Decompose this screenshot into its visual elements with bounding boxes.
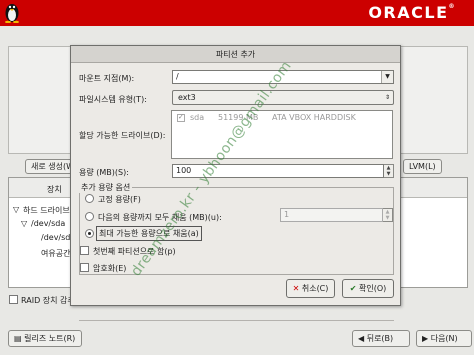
- drive-name: sda: [190, 113, 205, 122]
- tux-penguin-icon: [5, 4, 19, 23]
- release-notes-button[interactable]: ▤ 릴리즈 노트(R): [8, 330, 82, 347]
- lvm-button[interactable]: LVM(L): [403, 159, 442, 174]
- fs-type-label: 파일시스템 유형(T):: [79, 95, 147, 104]
- size-input[interactable]: 100: [172, 164, 384, 178]
- drives-list[interactable]: ✓ sda 51199 MB ATA VBOX HARDDISK: [171, 110, 393, 159]
- tree-item-sda[interactable]: /dev/sda: [31, 219, 65, 228]
- dialog-title: 파티션 추가: [71, 46, 400, 63]
- size-spin-button[interactable]: ▲ ▼: [384, 164, 394, 178]
- add-partition-dialog: 파티션 추가 마운트 지점(M): / ▼ 파일시스템 유형(T): ext3 …: [70, 45, 401, 321]
- column-header-device: 장치: [47, 185, 62, 194]
- radio-selected-dot: [88, 232, 91, 235]
- raid-hide-checkbox[interactable]: [9, 295, 18, 304]
- fill-upto-spin-button[interactable]: ▲ ▼: [383, 208, 393, 222]
- arrow-right-icon: ▶: [422, 334, 431, 343]
- fill-max-label: 최대 가능한 용량으로 채움(a): [96, 226, 202, 241]
- raid-hide-label: RAID 장치 감추: [21, 296, 75, 305]
- drive-checkbox[interactable]: ✓: [177, 113, 185, 122]
- fixed-size-label: 고정 용량(F): [98, 195, 141, 204]
- tree-item-hard-drives[interactable]: 하드 드라이브: [23, 205, 70, 216]
- check-icon: ✓: [178, 113, 184, 121]
- drive-model: ATA VBOX HARDDISK: [272, 113, 356, 122]
- top-banner: ORACLE®: [0, 0, 474, 26]
- fill-max-radio[interactable]: [85, 229, 94, 238]
- dialog-separator: [79, 320, 394, 321]
- fs-type-select[interactable]: ext3 ⇕: [172, 90, 394, 105]
- primary-partition-checkbox[interactable]: [80, 246, 89, 255]
- mount-point-value[interactable]: /: [176, 72, 179, 81]
- size-label: 용량 (MB)(S):: [79, 168, 129, 177]
- oracle-logo: ORACLE®: [368, 3, 456, 22]
- fixed-size-radio[interactable]: [85, 194, 94, 203]
- drives-label: 할당 가능한 드라이브(D):: [79, 131, 166, 140]
- cancel-button[interactable]: ✕ 취소(C): [286, 279, 335, 298]
- ok-button[interactable]: ✔ 확인(O): [342, 279, 394, 298]
- fs-type-value: ext3: [178, 93, 196, 102]
- tree-expander-icon[interactable]: ▽: [13, 205, 19, 214]
- next-button[interactable]: ▶ 다음(N): [416, 330, 472, 347]
- mount-point-combo[interactable]: / ▼: [172, 70, 394, 84]
- size-options-title: 추가 용량 옵션: [79, 182, 133, 193]
- back-button[interactable]: ◀ 뒤로(B): [352, 330, 410, 347]
- mount-point-label: 마운트 지점(M):: [79, 74, 135, 83]
- notes-icon: ▤: [14, 334, 25, 343]
- drive-row[interactable]: ✓ sda 51199 MB ATA VBOX HARDDISK: [172, 111, 392, 125]
- select-arrows-icon: ⇕: [384, 94, 390, 101]
- cancel-x-icon: ✕: [292, 284, 300, 293]
- encrypt-label: 암호화(E): [93, 264, 127, 273]
- primary-partition-label: 첫번째 파티션으로 함(p): [93, 247, 176, 256]
- chevron-down-icon[interactable]: ▼: [381, 71, 393, 83]
- arrow-left-icon: ◀: [358, 334, 367, 343]
- fill-upto-input[interactable]: 1: [280, 208, 383, 222]
- ok-check-icon: ✔: [349, 284, 357, 293]
- drive-size: 51199 MB: [218, 113, 259, 122]
- fill-upto-label: 다음의 용량까지 모두 채움 (MB)(u):: [98, 213, 222, 222]
- fill-upto-radio[interactable]: [85, 212, 94, 221]
- tree-item-free-space[interactable]: 여유공간: [41, 248, 70, 259]
- tree-expander-icon[interactable]: ▽: [21, 219, 27, 228]
- encrypt-checkbox[interactable]: [80, 263, 89, 272]
